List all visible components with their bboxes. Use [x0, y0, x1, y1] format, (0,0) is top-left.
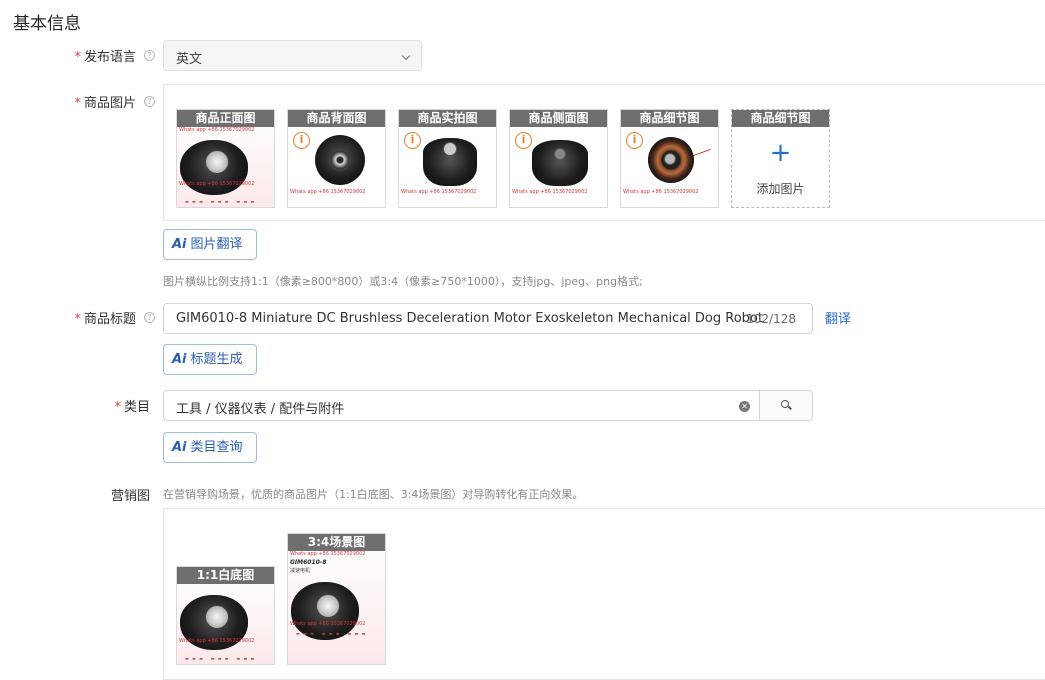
image-translate-button[interactable]: Ai 图片翻译: [163, 229, 257, 260]
category-label: * 类目: [114, 400, 150, 415]
image-caption: 1:1白底图: [177, 567, 274, 584]
watermark: Whats app +86 15367029002: [623, 189, 699, 195]
marketing-image-scene[interactable]: 3:4场景图 Whats app +86 15367029002 GIM6010…: [287, 533, 386, 665]
motor-photo: [532, 140, 588, 186]
warning-circle-icon[interactable]: i: [293, 132, 310, 149]
brand-subtext: 减速电机: [290, 568, 311, 574]
watermark: Whats app +86 15367029002: [290, 189, 366, 195]
search-icon: [781, 400, 789, 408]
warning-circle-icon[interactable]: i: [404, 132, 421, 149]
language-select-value: 英文: [176, 52, 203, 67]
image-caption: 商品实拍图: [399, 110, 496, 127]
warning-circle-icon[interactable]: i: [626, 132, 643, 149]
title-input[interactable]: GIM6010-8 Miniature DC Brushless Deceler…: [163, 303, 813, 334]
category-query-button[interactable]: Ai 类目查询: [163, 432, 257, 463]
add-image-button[interactable]: 商品细节图 + 添加图片: [731, 109, 830, 208]
image-caption: 商品正面图: [177, 110, 274, 127]
image-caption: 商品细节图: [621, 110, 718, 127]
question-circle-icon[interactable]: ?: [144, 312, 155, 323]
chevron-down-icon: [401, 51, 411, 61]
title-translate-link[interactable]: 翻译: [825, 308, 851, 327]
watermark: Whats app +86 15367029002: [512, 189, 588, 195]
product-image-real[interactable]: 商品实拍图 i Whats app +86 15367029002: [398, 109, 497, 208]
plus-icon: +: [769, 138, 792, 168]
language-label: * 发布语言: [74, 50, 136, 65]
image-format-hint: 图片横纵比例支持1:1（像素≥800*800）或3:4（像素≥750*1000）…: [163, 275, 643, 288]
watermark: Whats app +86 15367029002: [290, 551, 366, 557]
warning-circle-icon[interactable]: i: [515, 132, 532, 149]
motor-photo: [423, 138, 477, 186]
clear-circle-icon[interactable]: ✕: [739, 401, 750, 412]
motor-photo: [648, 137, 694, 183]
image-caption: 商品侧面图: [510, 110, 607, 127]
ai-sparkle-icon: Ai: [172, 352, 187, 367]
title-char-count: 102/128: [746, 312, 796, 326]
marketing-hint: 在营销导购场景，优质的商品图片（1:1白底图、3:4场景图）对导购转化有正向效果…: [163, 488, 584, 501]
product-image-front[interactable]: Whats app +86 15367029002 Whats app +86 …: [176, 109, 275, 208]
product-image-detail[interactable]: 商品细节图 i Whats app +86 15367029002: [620, 109, 719, 208]
marketing-label: 营销图: [110, 489, 150, 504]
ai-sparkle-icon: Ai: [172, 237, 187, 252]
category-input[interactable]: 工具 / 仪器仪表 / 配件与附件 ✕: [163, 390, 760, 421]
language-select[interactable]: 英文: [163, 40, 422, 71]
image-caption: 商品细节图: [732, 110, 829, 127]
add-image-label: 添加图片: [756, 182, 805, 196]
watermark: Whats app +86 15367029002: [401, 189, 477, 195]
motor-photo: [315, 135, 365, 185]
watermark: Whats app +86 15367029002: [179, 181, 255, 187]
title-label: * 商品标题: [74, 312, 136, 327]
watermark: Whats app +86 15367029002: [290, 621, 366, 627]
image-caption: 商品背面图: [288, 110, 385, 127]
question-circle-icon[interactable]: ?: [144, 50, 155, 61]
images-label: * 商品图片: [74, 96, 136, 111]
title-generate-button[interactable]: Ai 标题生成: [163, 344, 257, 375]
marketing-image-square[interactable]: Whats app +86 15367029002 ▬ ▬ ▬ ▬ ▬ ▬ ▬ …: [176, 566, 275, 665]
question-circle-icon[interactable]: ?: [144, 96, 155, 107]
brand-text: GIM6010-8: [290, 559, 327, 566]
ai-sparkle-icon: Ai: [172, 440, 187, 455]
image-caption: 3:4场景图: [288, 534, 385, 551]
watermark: Whats app +86 15367029002: [179, 127, 255, 133]
category-search-button[interactable]: [759, 390, 813, 421]
title-input-value: GIM6010-8 Miniature DC Brushless Deceler…: [176, 311, 763, 326]
watermark: Whats app +86 15367029002: [179, 638, 255, 644]
category-input-value: 工具 / 仪器仪表 / 配件与附件: [176, 402, 345, 417]
section-title: 基本信息: [13, 14, 81, 34]
product-image-side[interactable]: 商品侧面图 i Whats app +86 15367029002: [509, 109, 608, 208]
product-image-back[interactable]: 商品背面图 i Whats app +86 15367029002: [287, 109, 386, 208]
